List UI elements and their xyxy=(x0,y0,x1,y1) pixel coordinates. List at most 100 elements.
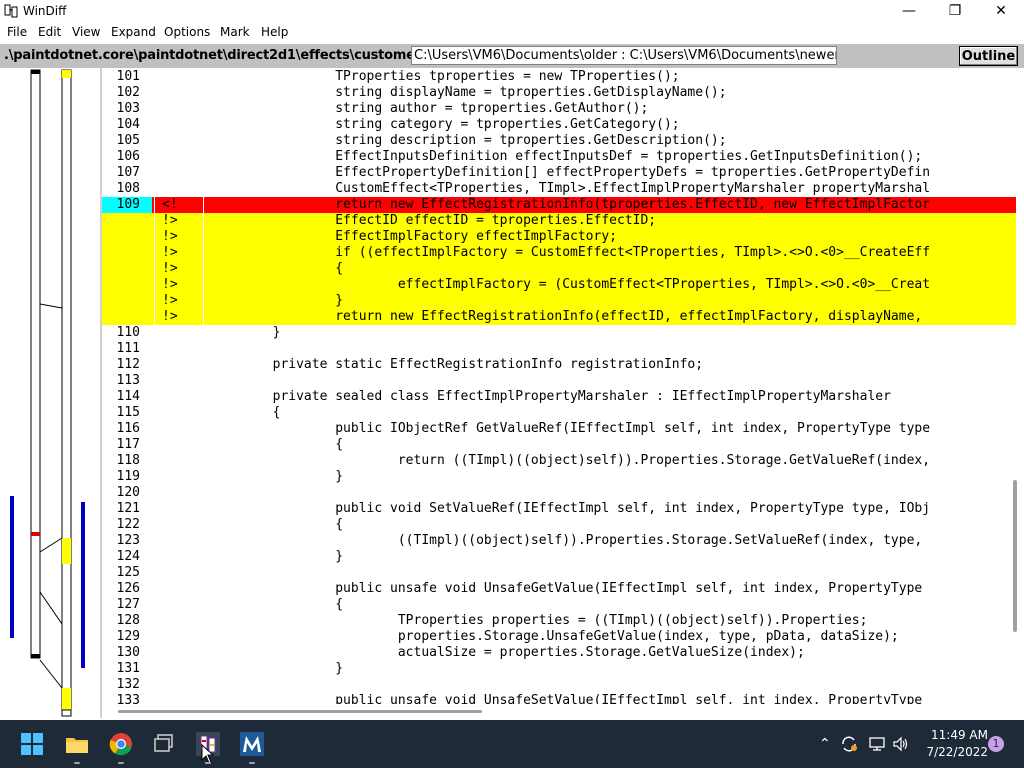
diff-line-right-only[interactable]: !> if ((effectImplFactory = CustomEffect… xyxy=(102,245,1016,261)
column-divider xyxy=(154,293,155,309)
diff-line[interactable]: 124 } xyxy=(102,549,1016,565)
code-text: public IObjectRef GetValueRef(IEffectImp… xyxy=(210,421,931,436)
code-text: EffectInputsDefinition effectInputsDef =… xyxy=(210,149,923,164)
diff-line-right-only[interactable]: !> { xyxy=(102,261,1016,277)
diff-line[interactable]: 127 { xyxy=(102,597,1016,613)
diff-line[interactable]: 121 public void SetValueRef(IEffectImpl … xyxy=(102,501,1016,517)
diff-line[interactable]: 119 } xyxy=(102,469,1016,485)
diff-line[interactable]: 114 private sealed class EffectImplPrope… xyxy=(102,389,1016,405)
diff-line[interactable]: 125 xyxy=(102,565,1016,581)
diff-line-right-only[interactable]: !> return new EffectRegistrationInfo(eff… xyxy=(102,309,1016,325)
diff-line[interactable]: 103 string author = tproperties.GetAutho… xyxy=(102,101,1016,117)
diff-line[interactable]: 101 TProperties tproperties = new TPrope… xyxy=(102,69,1016,85)
diff-line[interactable]: 110 } xyxy=(102,325,1016,341)
diff-marker: !> xyxy=(162,213,178,228)
line-number: 111 xyxy=(116,341,140,356)
column-divider xyxy=(154,213,155,229)
code-text: { xyxy=(210,517,344,532)
diff-line[interactable]: 106 EffectInputsDefinition effectInputsD… xyxy=(102,149,1016,165)
column-divider xyxy=(154,245,155,261)
code-text: return ((TImpl)((object)self)).Propertie… xyxy=(210,453,931,468)
diff-line[interactable]: 102 string displayName = tproperties.Get… xyxy=(102,85,1016,101)
diff-line[interactable]: 126 public unsafe void UnsafeGetValue(IE… xyxy=(102,581,1016,597)
outline-button[interactable]: Outline xyxy=(959,46,1018,66)
menu-view[interactable]: View xyxy=(72,25,100,39)
menu-options[interactable]: Options xyxy=(164,25,210,39)
vertical-scrollbar-thumb[interactable] xyxy=(1013,480,1017,632)
diff-line[interactable]: 117 { xyxy=(102,437,1016,453)
task-view-icon[interactable] xyxy=(152,732,176,756)
chevron-up-icon[interactable]: ⌃ xyxy=(819,736,831,752)
title-bar: WinDiff — ❐ ✕ xyxy=(0,0,1024,22)
line-number: 115 xyxy=(116,405,140,420)
code-text: private static EffectRegistrationInfo re… xyxy=(210,357,704,372)
chrome-icon[interactable] xyxy=(109,732,133,756)
code-text: private sealed class EffectImplPropertyM… xyxy=(210,389,891,404)
diff-line[interactable]: 105 string description = tproperties.Get… xyxy=(102,133,1016,149)
line-number: 103 xyxy=(116,101,140,116)
diff-line[interactable]: 104 string category = tproperties.GetCat… xyxy=(102,117,1016,133)
diff-line[interactable]: 131 } xyxy=(102,661,1016,677)
horizontal-scrollbar-thumb[interactable] xyxy=(118,710,482,713)
code-text: string category = tproperties.GetCategor… xyxy=(210,117,680,132)
sync-icon[interactable] xyxy=(840,735,858,753)
diff-line[interactable]: 130 actualSize = properties.Storage.GetV… xyxy=(102,645,1016,661)
diff-line[interactable]: 112 private static EffectRegistrationInf… xyxy=(102,357,1016,373)
network-icon[interactable] xyxy=(868,736,886,752)
diff-marker: !> xyxy=(162,293,178,308)
line-number: 106 xyxy=(116,149,140,164)
diff-line[interactable]: 132 xyxy=(102,677,1016,693)
diff-line[interactable]: 123 ((TImpl)((object)self)).Properties.S… xyxy=(102,533,1016,549)
diff-line[interactable]: 120 xyxy=(102,485,1016,501)
diff-line[interactable]: 107 EffectPropertyDefinition[] effectPro… xyxy=(102,165,1016,181)
diff-line[interactable]: 133 public unsafe void UnsafeSetValue(IE… xyxy=(102,693,1016,704)
diff-marker: !> xyxy=(162,277,178,292)
diff-line[interactable]: 129 properties.Storage.UnsafeGetValue(in… xyxy=(102,629,1016,645)
diff-line[interactable]: 116 public IObjectRef GetValueRef(IEffec… xyxy=(102,421,1016,437)
diff-line[interactable]: 128 TProperties properties = ((TImpl)((o… xyxy=(102,613,1016,629)
menu-mark[interactable]: Mark xyxy=(220,25,250,39)
notification-badge[interactable]: 1 xyxy=(988,736,1004,752)
vertical-scrollbar[interactable] xyxy=(1016,68,1024,704)
line-number: 112 xyxy=(116,357,140,372)
column-divider xyxy=(203,261,204,277)
diff-overview-panel[interactable] xyxy=(0,68,100,718)
clock-time[interactable]: 11:49 AM xyxy=(918,728,988,742)
m-app-icon[interactable] xyxy=(240,732,264,756)
diff-line-left-only[interactable]: 109 <! return new EffectRegistrationInfo(… xyxy=(102,197,1016,213)
close-button[interactable]: ✕ xyxy=(978,0,1024,22)
minimize-button[interactable]: — xyxy=(886,0,932,22)
line-number: 130 xyxy=(116,645,140,660)
diff-line[interactable]: 113 xyxy=(102,373,1016,389)
code-text: string description = tproperties.GetDesc… xyxy=(210,133,727,148)
diff-line-right-only[interactable]: !> effectImplFactory = (CustomEffect<TPr… xyxy=(102,277,1016,293)
windiff-app-icon xyxy=(4,4,18,18)
volume-icon[interactable] xyxy=(892,736,910,752)
file-explorer-icon[interactable] xyxy=(65,732,89,756)
menu-expand[interactable]: Expand xyxy=(111,25,156,39)
diff-line[interactable]: 122 { xyxy=(102,517,1016,533)
code-text: TProperties tproperties = new TPropertie… xyxy=(210,69,680,84)
menu-help[interactable]: Help xyxy=(261,25,288,39)
clock-date[interactable]: 7/22/2022 xyxy=(918,745,988,759)
line-number: 113 xyxy=(116,373,140,388)
path-bar: .\paintdotnet.core\paintdotnet\direct2d1… xyxy=(0,44,1024,68)
column-divider xyxy=(203,277,204,293)
line-number: 120 xyxy=(116,485,140,500)
code-text: if ((effectImplFactory = CustomEffect<TP… xyxy=(210,245,931,260)
code-text: string author = tproperties.GetAuthor(); xyxy=(210,101,649,116)
diff-line[interactable]: 118 return ((TImpl)((object)self)).Prope… xyxy=(102,453,1016,469)
diff-line[interactable]: 115 { xyxy=(102,405,1016,421)
code-text: CustomEffect<TProperties, TImpl>.EffectI… xyxy=(210,181,931,196)
menu-edit[interactable]: Edit xyxy=(38,25,61,39)
diff-line[interactable]: 108 CustomEffect<TProperties, TImpl>.Eff… xyxy=(102,181,1016,197)
diff-line-right-only[interactable]: !> } xyxy=(102,293,1016,309)
diff-line-right-only[interactable]: !> EffectID effectID = tproperties.Effec… xyxy=(102,213,1016,229)
diff-content-view[interactable]: 101 TProperties tproperties = new TPrope… xyxy=(102,68,1016,704)
start-icon[interactable] xyxy=(20,732,44,756)
code-text: } xyxy=(210,293,344,308)
menu-file[interactable]: File xyxy=(7,25,27,39)
diff-line[interactable]: 111 xyxy=(102,341,1016,357)
maximize-button[interactable]: ❐ xyxy=(932,0,978,22)
diff-line-right-only[interactable]: !> EffectImplFactory effectImplFactory; xyxy=(102,229,1016,245)
